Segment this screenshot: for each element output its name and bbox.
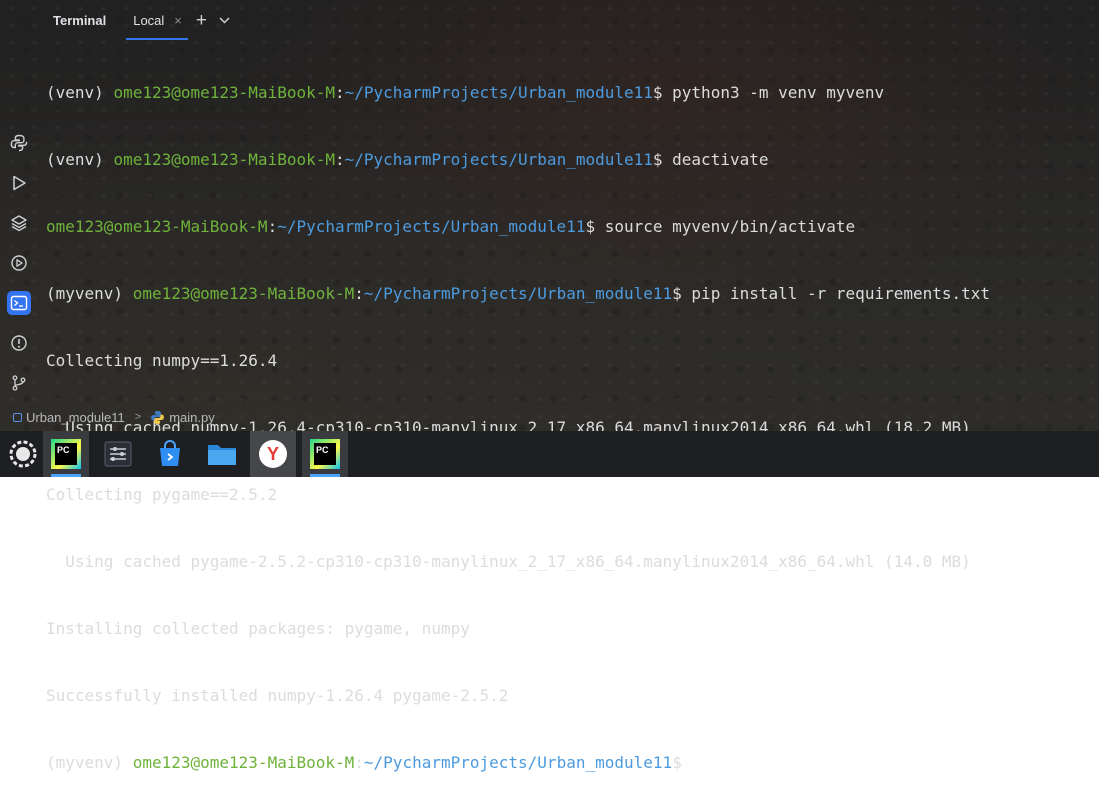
- pycharm-icon: PC: [51, 439, 81, 469]
- terminal-line: (venv) ome123@ome123-MaiBook-M:~/Pycharm…: [46, 145, 990, 174]
- terminal-line: ome123@ome123-MaiBook-M:~/PycharmProject…: [46, 212, 990, 241]
- terminal-tabbar: Terminal Local × +: [0, 0, 1099, 40]
- prompt-path: ~/PycharmProjects/Urban_module11: [363, 753, 673, 772]
- services-icon[interactable]: [7, 251, 31, 275]
- prompt-sep: :: [267, 217, 278, 236]
- env-prefix: (venv): [46, 83, 114, 102]
- breadcrumb-file[interactable]: main.py: [150, 410, 215, 425]
- prompt-path: ~/PycharmProjects/Urban_module11: [277, 217, 586, 236]
- pycharm-taskbar-item[interactable]: PC: [43, 431, 89, 477]
- terminal-line: (myvenv) ome123@ome123-MaiBook-M:~/Pycha…: [46, 748, 990, 777]
- command-text: $ source myvenv/bin/activate: [585, 217, 856, 236]
- command-text: $ deactivate: [652, 150, 769, 169]
- prompt-path: ~/PycharmProjects/Urban_module11: [344, 150, 653, 169]
- git-icon[interactable]: [7, 371, 31, 395]
- terminal-line: (myvenv) ome123@ome123-MaiBook-M:~/Pycha…: [46, 279, 990, 308]
- prompt-sep: :: [335, 150, 345, 169]
- breadcrumb-project[interactable]: Urban_module11: [13, 410, 125, 425]
- run-icon[interactable]: [7, 171, 31, 195]
- breadcrumb-file-label: main.py: [169, 409, 215, 425]
- problems-icon[interactable]: [7, 331, 31, 355]
- command-text: $: [672, 753, 682, 772]
- command-text: $ python3 -m venv myvenv: [652, 83, 885, 102]
- yandex-letter: Y: [266, 443, 279, 464]
- breadcrumb-project-label: Urban_module11: [26, 409, 125, 425]
- terminal-line: Successfully installed numpy-1.26.4 pyga…: [46, 686, 509, 705]
- command-text: $ pip install -r requirements.txt: [672, 284, 991, 303]
- prompt-path: ~/PycharmProjects/Urban_module11: [363, 284, 673, 303]
- prompt-sep: :: [354, 284, 364, 303]
- pycharm-active-icon: PC: [310, 439, 340, 469]
- prompt-user: ome123@ome123-MaiBook-M: [113, 150, 335, 169]
- pycharm-active-taskbar-item[interactable]: PC: [302, 431, 348, 477]
- close-icon[interactable]: ×: [174, 13, 182, 28]
- taskbar: PC Y PC: [0, 431, 1099, 477]
- breadcrumb: Urban_module11 > main.py: [0, 404, 1099, 430]
- terminal-line: Using cached pygame-2.5.2-cp310-cp310-ma…: [46, 552, 971, 571]
- module-icon: [13, 412, 22, 422]
- terminal-line: Collecting numpy==1.26.4: [46, 351, 278, 370]
- prompt-user: ome123@ome123-MaiBook-M: [46, 217, 268, 236]
- pycharm-icon-label: PC: [314, 443, 336, 465]
- prompt-path: ~/PycharmProjects/Urban_module11: [344, 83, 653, 102]
- prompt-user: ome123@ome123-MaiBook-M: [113, 83, 335, 102]
- left-tool-rail: [0, 40, 38, 404]
- prompt-sep: :: [335, 83, 345, 102]
- tab-local[interactable]: Local ×: [126, 0, 188, 40]
- terminal-icon[interactable]: [7, 291, 31, 315]
- prompt-user: ome123@ome123-MaiBook-M: [132, 284, 355, 303]
- tool-window-title: Terminal: [53, 12, 107, 28]
- settings-icon: [104, 441, 132, 467]
- store-taskbar-item[interactable]: [147, 431, 193, 477]
- chevron-down-icon[interactable]: [219, 13, 230, 27]
- env-prefix: (venv): [46, 150, 114, 169]
- terminal-line: Installing collected packages: pygame, n…: [46, 619, 470, 638]
- add-tab-icon[interactable]: +: [196, 11, 207, 30]
- env-prefix: (myvenv): [46, 284, 133, 303]
- yandex-browser-taskbar-item[interactable]: Y: [250, 431, 296, 477]
- layers-icon[interactable]: [7, 211, 31, 235]
- breadcrumb-arrow-icon: >: [134, 411, 142, 423]
- settings-taskbar-item[interactable]: [95, 431, 141, 477]
- pycharm-icon-label: PC: [55, 443, 77, 465]
- env-prefix: (myvenv): [46, 753, 133, 772]
- prompt-sep: :: [354, 753, 364, 772]
- prompt-user: ome123@ome123-MaiBook-M: [132, 753, 355, 772]
- files-taskbar-item[interactable]: [199, 431, 245, 477]
- python-file-icon: [151, 410, 165, 424]
- python-packages-icon[interactable]: [7, 131, 31, 155]
- yandex-browser-icon: Y: [259, 440, 287, 468]
- store-icon: [160, 440, 180, 466]
- terminal-line: (venv) ome123@ome123-MaiBook-M:~/Pycharm…: [46, 78, 990, 107]
- files-icon: [208, 445, 236, 465]
- system-menu-icon[interactable]: [0, 431, 46, 477]
- terminal-line: Collecting pygame==2.5.2: [46, 485, 278, 504]
- tab-local-label: Local: [133, 12, 165, 28]
